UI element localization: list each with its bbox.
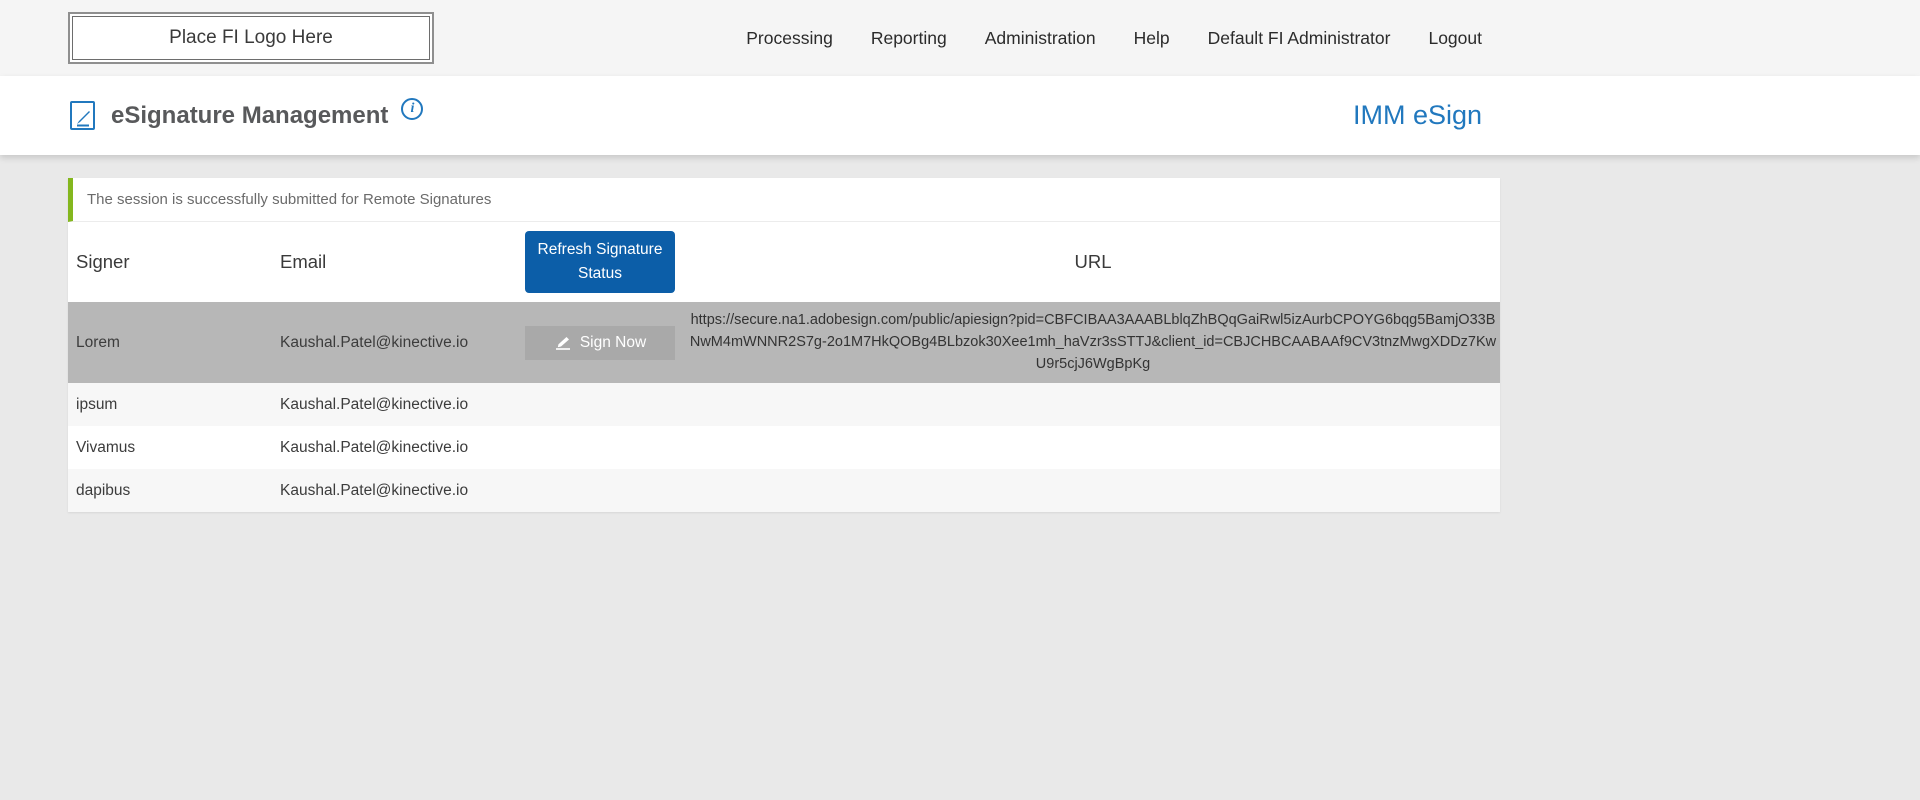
table-header-row: Signer Email Refresh Signature Status UR… xyxy=(68,222,1500,302)
success-alert: The session is successfully submitted fo… xyxy=(68,178,1500,222)
sign-now-button-label: Sign Now xyxy=(580,334,646,352)
signer-name: Lorem xyxy=(68,334,280,352)
signer-name: Vivamus xyxy=(68,439,280,457)
column-header-url: URL xyxy=(686,251,1500,273)
column-header-signer: Signer xyxy=(68,251,280,273)
nav-item-reporting[interactable]: Reporting xyxy=(871,28,947,49)
signer-name: dapibus xyxy=(68,482,280,500)
esignature-document-icon xyxy=(68,99,98,133)
signer-email: Kaushal.Patel@kinective.io xyxy=(280,482,514,500)
nav-item-administration[interactable]: Administration xyxy=(985,28,1096,49)
column-header-email: Email xyxy=(280,251,514,273)
fi-logo-placeholder: Place FI Logo Here xyxy=(68,12,434,64)
signer-email: Kaushal.Patel@kinective.io xyxy=(280,439,514,457)
table-row: Vivamus Kaushal.Patel@kinective.io xyxy=(68,426,1500,469)
nav-item-processing[interactable]: Processing xyxy=(746,28,833,49)
page-header-bar: eSignature Management i IMM eSign xyxy=(0,76,1920,155)
nav-item-help[interactable]: Help xyxy=(1134,28,1170,49)
signer-email: Kaushal.Patel@kinective.io xyxy=(280,334,514,352)
table-row: ipsum Kaushal.Patel@kinective.io xyxy=(68,383,1500,426)
signing-url: https://secure.na1.adobesign.com/public/… xyxy=(686,302,1500,383)
sign-now-button[interactable]: Sign Now xyxy=(525,326,675,360)
signer-name: ipsum xyxy=(68,396,280,414)
signer-email: Kaushal.Patel@kinective.io xyxy=(280,396,514,414)
signature-session-card: The session is successfully submitted fo… xyxy=(68,178,1500,512)
success-alert-message: The session is successfully submitted fo… xyxy=(87,191,491,208)
refresh-signature-status-button[interactable]: Refresh Signature Status xyxy=(525,231,675,293)
fi-logo-placeholder-text: Place FI Logo Here xyxy=(72,16,430,60)
nav-item-user-menu[interactable]: Default FI Administrator xyxy=(1208,28,1391,49)
main-nav: Processing Reporting Administration Help… xyxy=(746,28,1482,49)
imm-esign-brand: IMM eSign xyxy=(1353,100,1482,131)
table-row: Lorem Kaushal.Patel@kinective.io Sign No… xyxy=(68,302,1500,383)
pen-icon xyxy=(554,336,572,350)
info-icon[interactable]: i xyxy=(401,98,423,120)
nav-item-logout[interactable]: Logout xyxy=(1428,28,1482,49)
page-title: eSignature Management xyxy=(111,102,388,130)
table-row: dapibus Kaushal.Patel@kinective.io xyxy=(68,469,1500,512)
top-bar: Place FI Logo Here Processing Reporting … xyxy=(0,0,1920,76)
